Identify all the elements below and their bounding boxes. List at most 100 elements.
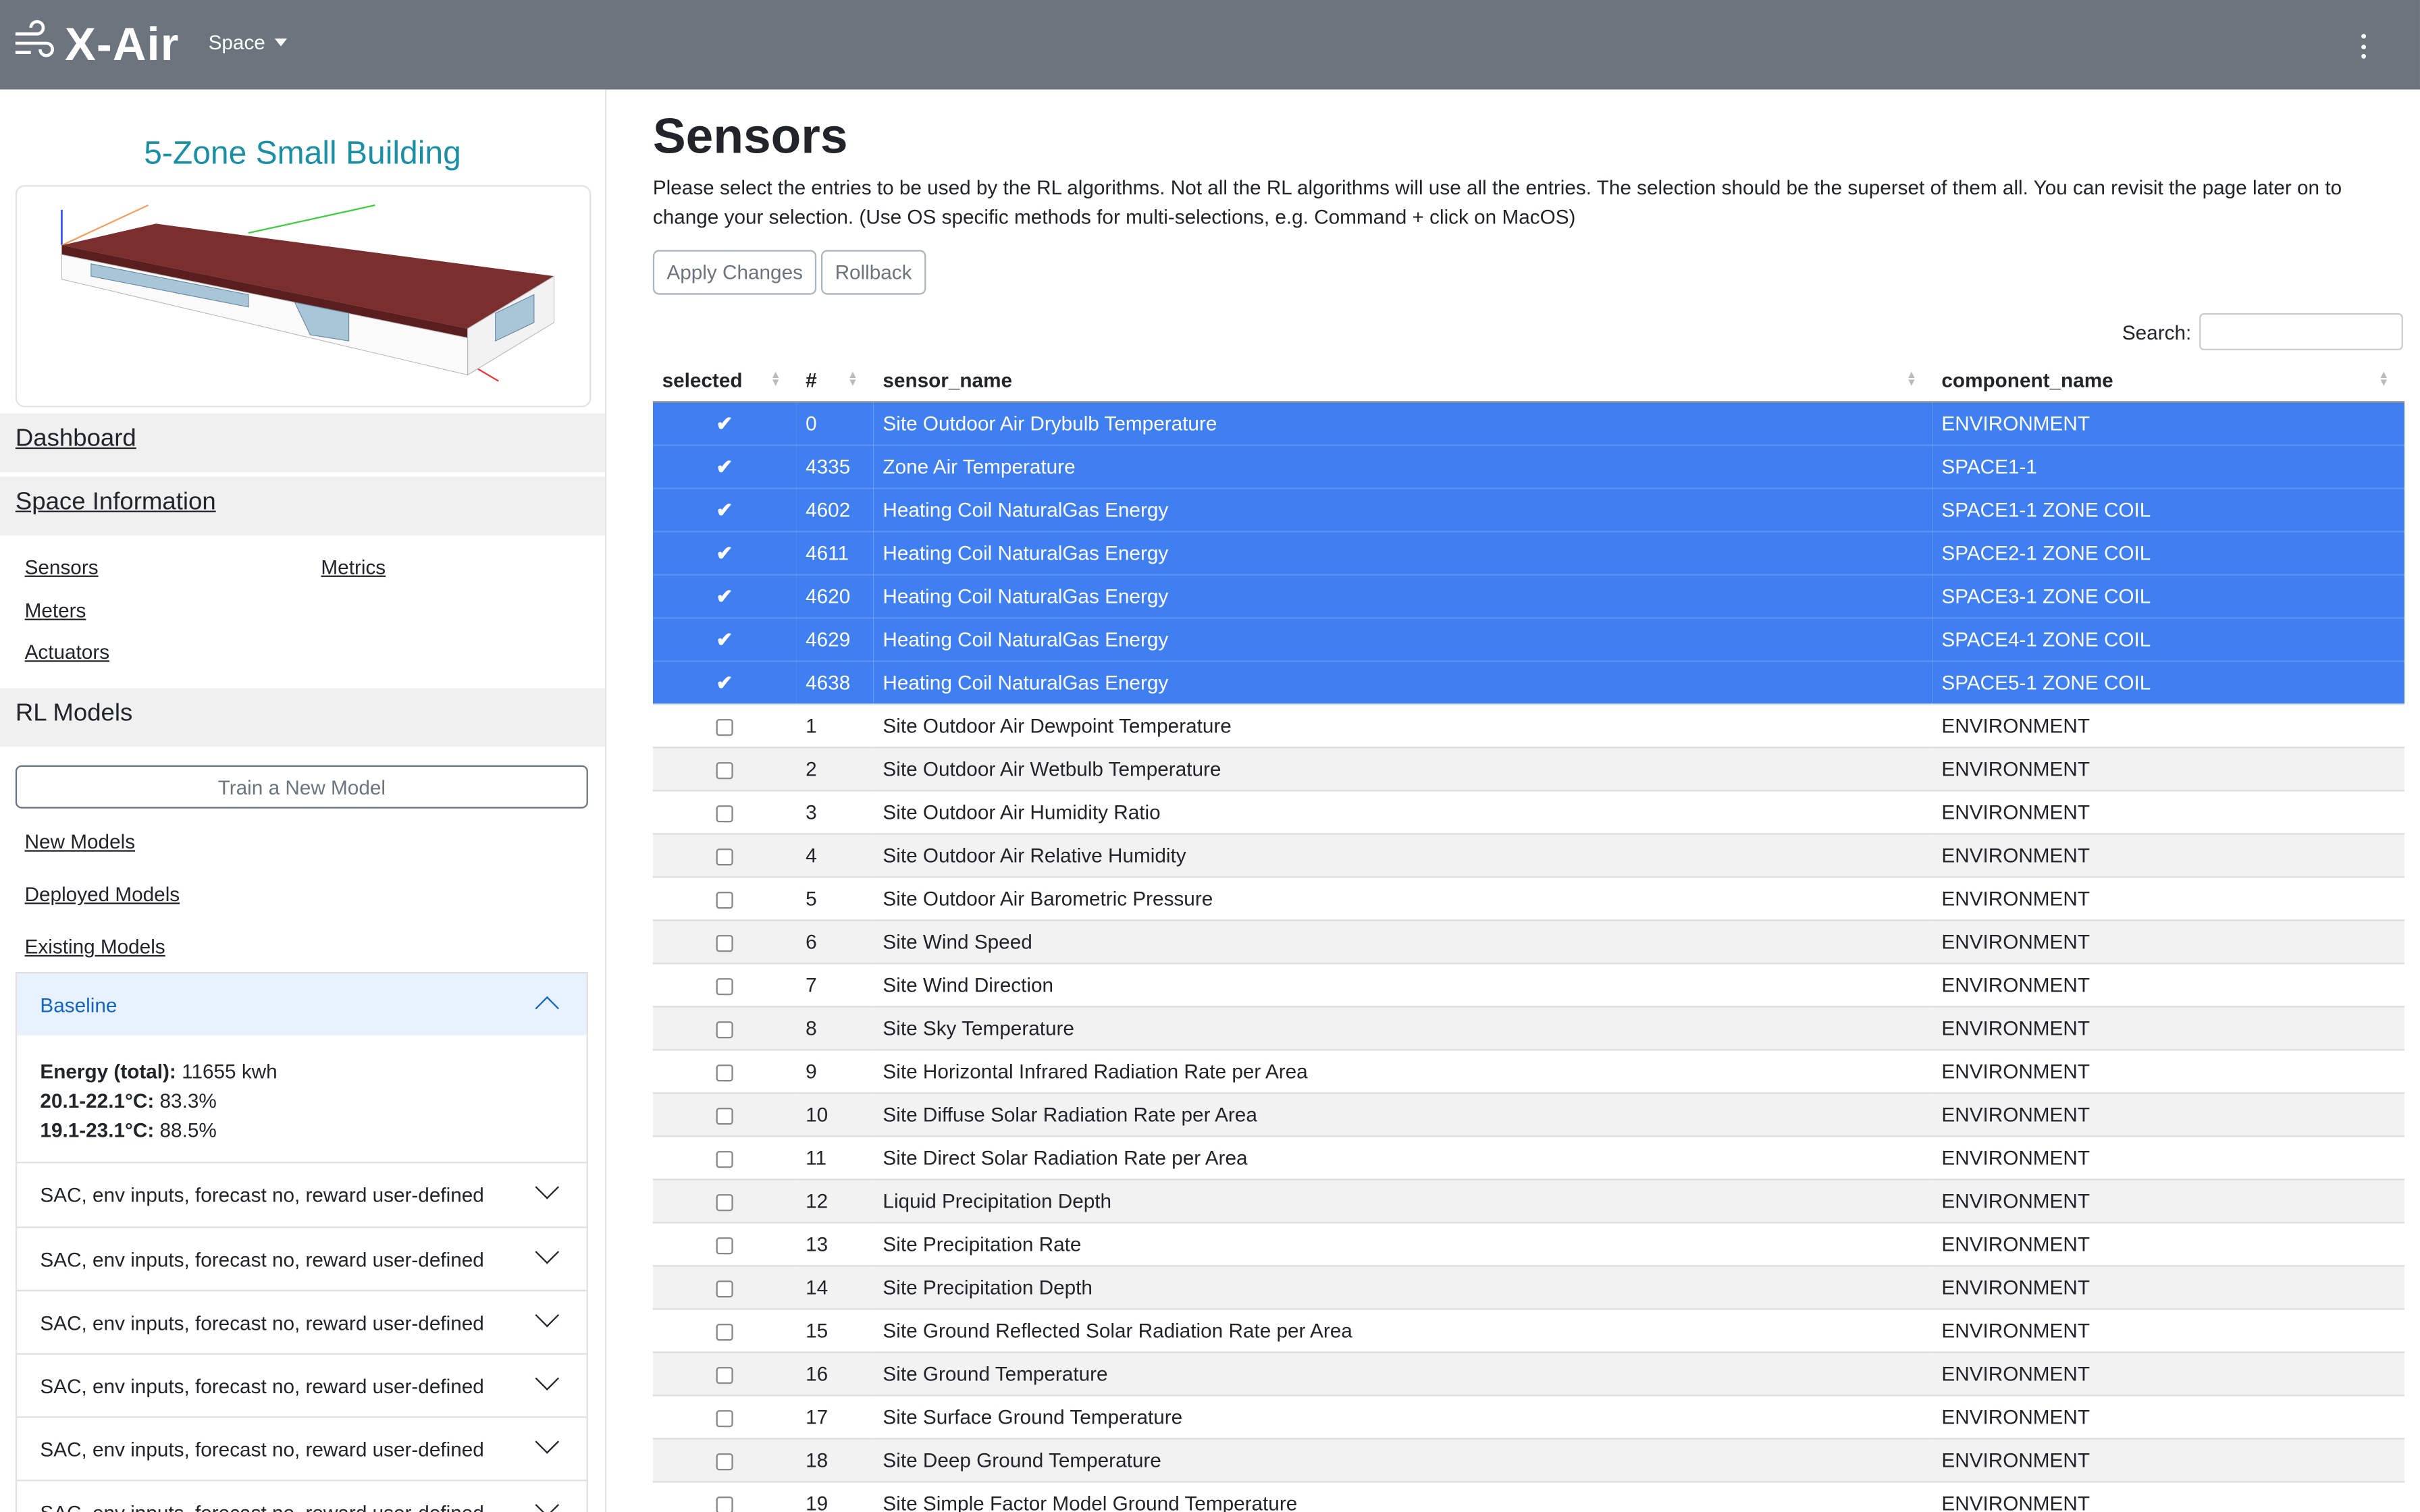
column-header-selected[interactable]: selected ▲ ▼ [652, 358, 797, 403]
row-select-cell[interactable] [652, 833, 797, 878]
apply-changes-button[interactable]: Apply Changes [652, 250, 817, 295]
table-row[interactable]: 6 Site Wind Speed ENVIRONMENT [652, 919, 2405, 964]
model-accordion-header[interactable]: SAC, env inputs, forecast no, reward use… [17, 1355, 586, 1416]
model-accordion-item[interactable]: SAC, env inputs, forecast no, reward use… [15, 1226, 588, 1292]
space-information-link[interactable]: Space Information [16, 489, 216, 517]
row-select-cell[interactable] [652, 1092, 797, 1137]
column-header-sensor-name[interactable]: sensor_name ▲ ▼ [873, 358, 1932, 403]
row-select-cell[interactable] [652, 1395, 797, 1439]
column-header-number[interactable]: # ▲ ▼ [796, 358, 874, 403]
row-checkbox[interactable] [716, 1237, 733, 1255]
model-accordion-item[interactable]: SAC, env inputs, forecast no, reward use… [15, 1353, 588, 1418]
table-row[interactable]: 13 Site Precipitation Rate ENVIRONMENT [652, 1222, 2405, 1266]
row-select-cell[interactable]: ✔ [652, 531, 797, 575]
table-row[interactable]: 8 Site Sky Temperature ENVIRONMENT [652, 1006, 2405, 1050]
table-row[interactable]: 4 Site Outdoor Air Relative Humidity ENVIR… [652, 833, 2405, 878]
checkmark-icon[interactable]: ✔ [716, 411, 733, 436]
row-checkbox[interactable] [716, 1021, 733, 1039]
table-row[interactable]: 9 Site Horizontal Infrared Radiation Rate… [652, 1049, 2405, 1094]
table-row[interactable]: ✔ 4611 Heating Coil NaturalGas Energy SPACE… [652, 531, 2405, 575]
space-dropdown[interactable]: Space [209, 31, 287, 54]
table-row[interactable]: 15 Site Ground Reflected Solar Radiation … [652, 1308, 2405, 1353]
table-row[interactable]: 14 Site Precipitation Depth ENVIRONMENT [652, 1265, 2405, 1310]
row-checkbox[interactable] [716, 1280, 733, 1298]
table-row[interactable]: ✔ 4620 Heating Coil NaturalGas Energy SPACE… [652, 574, 2405, 618]
table-row[interactable]: ✔ 4335 Zone Air Temperature SPACE1-1 [652, 444, 2405, 489]
model-accordion-item[interactable]: SAC, env inputs, forecast no, reward use… [15, 1289, 588, 1355]
table-row[interactable]: 12 Liquid Precipitation Depth ENVIRONMENT [652, 1179, 2405, 1223]
row-select-cell[interactable] [652, 1049, 797, 1094]
table-row[interactable]: 18 Site Deep Ground Temperature ENVIRONMEN… [652, 1438, 2405, 1482]
dashboard-link[interactable]: Dashboard [16, 426, 136, 454]
row-select-cell[interactable] [652, 1006, 797, 1050]
table-row[interactable]: 10 Site Diffuse Solar Radiation Rate per … [652, 1092, 2405, 1137]
row-checkbox[interactable] [716, 1064, 733, 1082]
row-checkbox[interactable] [716, 1108, 733, 1125]
search-input[interactable] [2199, 313, 2403, 350]
model-accordion-header[interactable]: SAC, env inputs, forecast no, reward use… [17, 1163, 586, 1224]
table-row[interactable]: ✔ 4602 Heating Coil NaturalGas Energy SPACE… [652, 487, 2405, 532]
row-select-cell[interactable] [652, 1179, 797, 1223]
checkmark-icon[interactable]: ✔ [716, 670, 733, 695]
model-accordion-header[interactable]: SAC, env inputs, forecast no, reward use… [17, 1481, 586, 1512]
table-row[interactable]: 3 Site Outdoor Air Humidity Ratio ENVIRONM… [652, 790, 2405, 834]
table-row[interactable]: 17 Site Surface Ground Temperature ENVIRON… [652, 1395, 2405, 1439]
model-accordion-header[interactable]: SAC, env inputs, forecast no, reward use… [17, 1418, 586, 1480]
model-accordion-item[interactable]: SAC, env inputs, forecast no, reward use… [15, 1479, 588, 1512]
row-select-cell[interactable]: ✔ [652, 487, 797, 532]
checkmark-icon[interactable]: ✔ [716, 584, 733, 609]
row-select-cell[interactable]: ✔ [652, 401, 797, 446]
row-checkbox[interactable] [716, 762, 733, 780]
baseline-accordion-header[interactable]: Baseline [17, 973, 587, 1035]
checkmark-icon[interactable]: ✔ [716, 541, 733, 566]
checkmark-icon[interactable]: ✔ [716, 497, 733, 522]
existing-models-link[interactable]: Existing Models [25, 935, 165, 958]
row-checkbox[interactable] [716, 1496, 733, 1512]
model-accordion-header[interactable]: SAC, env inputs, forecast no, reward use… [17, 1228, 586, 1289]
row-checkbox[interactable] [716, 935, 733, 952]
deployed-models-link[interactable]: Deployed Models [25, 882, 180, 905]
table-row[interactable]: ✔ 4629 Heating Coil NaturalGas Energy SPACE… [652, 617, 2405, 662]
row-select-cell[interactable] [652, 1135, 797, 1180]
meters-link[interactable]: Meters [25, 599, 86, 622]
row-checkbox[interactable] [716, 1151, 733, 1168]
column-header-component-name[interactable]: component_name ▲ ▼ [1932, 358, 2405, 403]
metrics-link[interactable]: Metrics [321, 556, 386, 578]
sensors-link[interactable]: Sensors [25, 556, 99, 578]
row-select-cell[interactable]: ✔ [652, 617, 797, 662]
table-row[interactable]: 1 Site Outdoor Air Dewpoint Temperature EN… [652, 703, 2405, 748]
table-row[interactable]: 11 Site Direct Solar Radiation Rate per A… [652, 1135, 2405, 1180]
row-checkbox[interactable] [716, 848, 733, 866]
kebab-menu-icon[interactable] [2346, 29, 2379, 63]
row-select-cell[interactable] [652, 790, 797, 834]
model-accordion-header[interactable]: SAC, env inputs, forecast no, reward use… [17, 1291, 586, 1353]
actuators-link[interactable]: Actuators [25, 641, 110, 664]
checkmark-icon[interactable]: ✔ [716, 627, 733, 652]
row-checkbox[interactable] [716, 1410, 733, 1428]
row-select-cell[interactable] [652, 1265, 797, 1310]
row-checkbox[interactable] [716, 1367, 733, 1384]
table-row[interactable]: ✔ 0 Site Outdoor Air Drybulb Temperature EN… [652, 401, 2405, 446]
row-select-cell[interactable] [652, 1438, 797, 1482]
brand[interactable]: X-Air [12, 18, 179, 72]
row-select-cell[interactable] [652, 703, 797, 748]
table-row[interactable]: 7 Site Wind Direction ENVIRONMENT [652, 963, 2405, 1007]
row-select-cell[interactable] [652, 876, 797, 921]
row-select-cell[interactable] [652, 1308, 797, 1353]
row-checkbox[interactable] [716, 1453, 733, 1471]
model-accordion-item[interactable]: SAC, env inputs, forecast no, reward use… [15, 1162, 588, 1228]
new-models-link[interactable]: New Models [25, 830, 135, 853]
table-row[interactable]: 5 Site Outdoor Air Barometric Pressure ENV… [652, 876, 2405, 921]
rollback-button[interactable]: Rollback [820, 250, 926, 295]
table-row[interactable]: 2 Site Outdoor Air Wetbulb Temperature ENV… [652, 747, 2405, 791]
row-checkbox[interactable] [716, 1324, 733, 1341]
row-checkbox[interactable] [716, 719, 733, 736]
row-select-cell[interactable] [652, 919, 797, 964]
building-3d-view[interactable] [15, 185, 591, 408]
row-select-cell[interactable] [652, 747, 797, 791]
table-row[interactable]: 19 Site Simple Factor Model Ground Temper… [652, 1481, 2405, 1512]
row-select-cell[interactable] [652, 1481, 797, 1512]
row-select-cell[interactable]: ✔ [652, 444, 797, 489]
row-select-cell[interactable] [652, 1222, 797, 1266]
row-select-cell[interactable] [652, 963, 797, 1007]
